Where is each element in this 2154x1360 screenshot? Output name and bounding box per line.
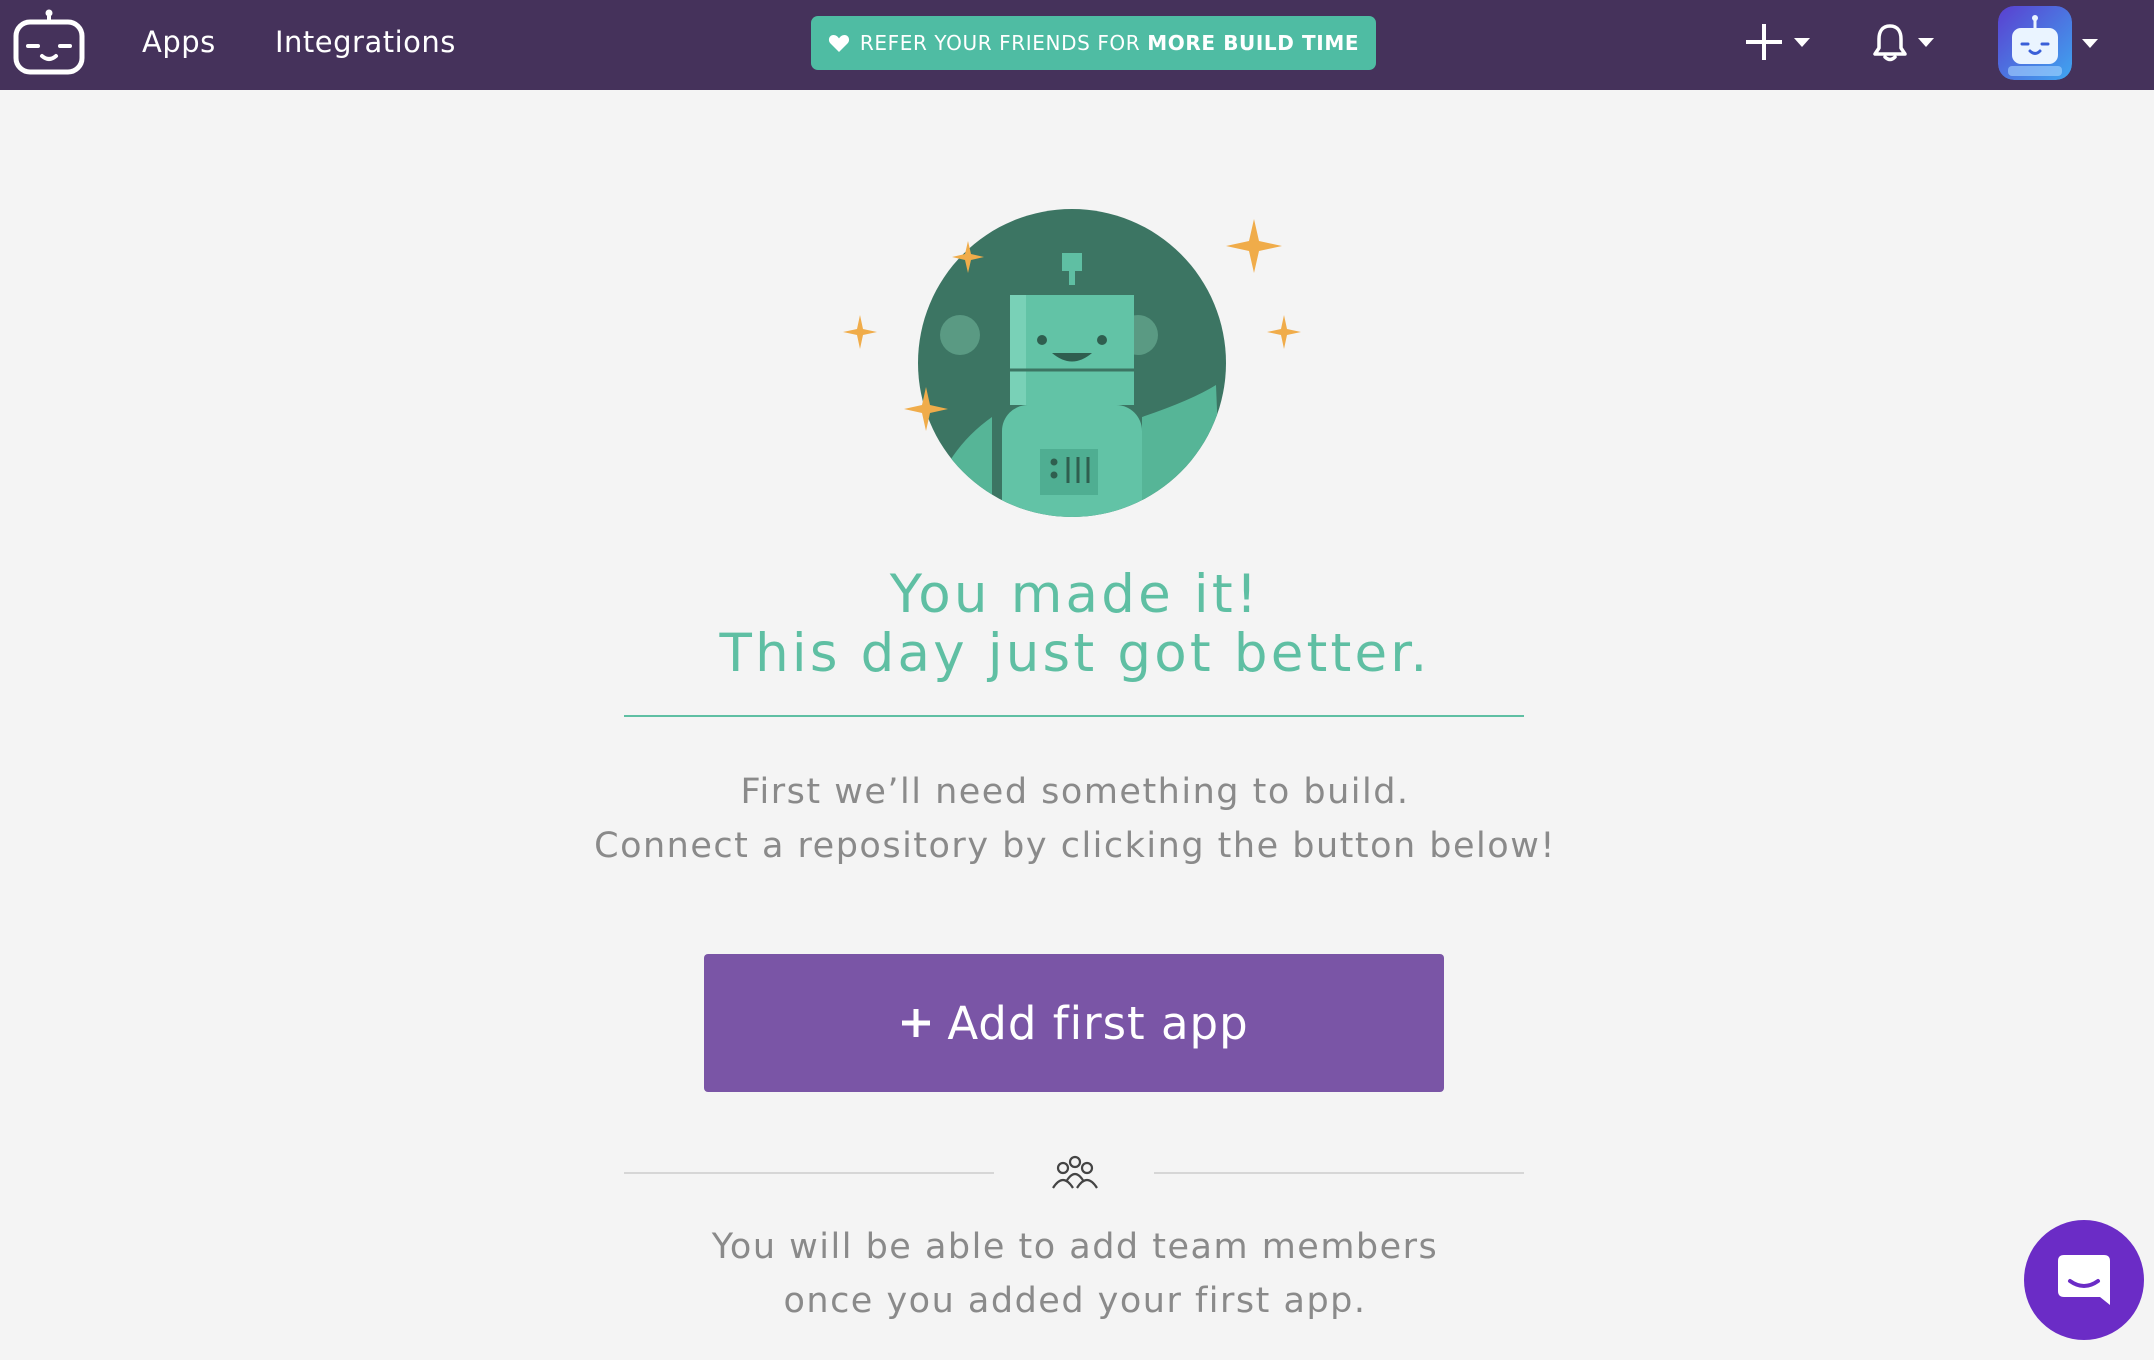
- plus-icon: [902, 1009, 931, 1037]
- heart-icon: [828, 35, 849, 52]
- add-menu-button[interactable]: [1744, 12, 1810, 72]
- add-first-app-button[interactable]: Add first app: [704, 954, 1444, 1092]
- team-divider-left: [624, 1172, 994, 1174]
- refer-emphasis-text: MORE BUILD TIME: [1147, 31, 1360, 55]
- refer-text: REFER YOUR FRIENDS FOR: [859, 31, 1141, 55]
- robot-illustration: [843, 209, 1301, 517]
- chat-bubble-icon: [2058, 1255, 2110, 1305]
- user-menu-button[interactable]: [1998, 4, 2098, 82]
- add-first-app-label: Add first app: [947, 996, 1249, 1050]
- headline-divider: [624, 715, 1524, 717]
- instructions-text: First we’ll need something to build. Con…: [540, 765, 1610, 873]
- team-members-note: You will be able to add team members onc…: [560, 1220, 1590, 1328]
- team-members-icon: [1052, 1155, 1098, 1189]
- caret-down-icon: [1794, 37, 1810, 47]
- team-divider-right: [1154, 1172, 1524, 1174]
- headline-line-2: This day just got better.: [719, 623, 1431, 684]
- caret-down-icon: [1918, 37, 1934, 47]
- avatar: [1998, 6, 2072, 80]
- instructions-line-1: First we’ll need something to build.: [740, 772, 1410, 812]
- bell-icon: [1873, 24, 1907, 62]
- refer-friends-banner[interactable]: REFER YOUR FRIENDS FOR MORE BUILD TIME: [811, 16, 1376, 70]
- instructions-line-2: Connect a repository by clicking the but…: [594, 826, 1556, 866]
- headline-line-1: You made it!: [889, 564, 1261, 625]
- team-note-line-2: once you added your first app.: [783, 1281, 1367, 1321]
- nav-integrations-link[interactable]: Integrations: [275, 22, 456, 62]
- top-navigation-bar: Apps Integrations REFER YOUR FRIENDS FOR…: [0, 0, 2154, 90]
- bitrise-logo-icon[interactable]: [12, 8, 86, 78]
- caret-down-icon: [2082, 38, 2098, 48]
- team-note-line-1: You will be able to add team members: [711, 1227, 1439, 1267]
- plus-icon: [1746, 24, 1782, 60]
- nav-apps-link[interactable]: Apps: [142, 22, 216, 62]
- support-chat-button[interactable]: [2024, 1220, 2144, 1340]
- notifications-button[interactable]: [1872, 12, 1934, 72]
- welcome-headline: You made it! This day just got better.: [560, 565, 1590, 683]
